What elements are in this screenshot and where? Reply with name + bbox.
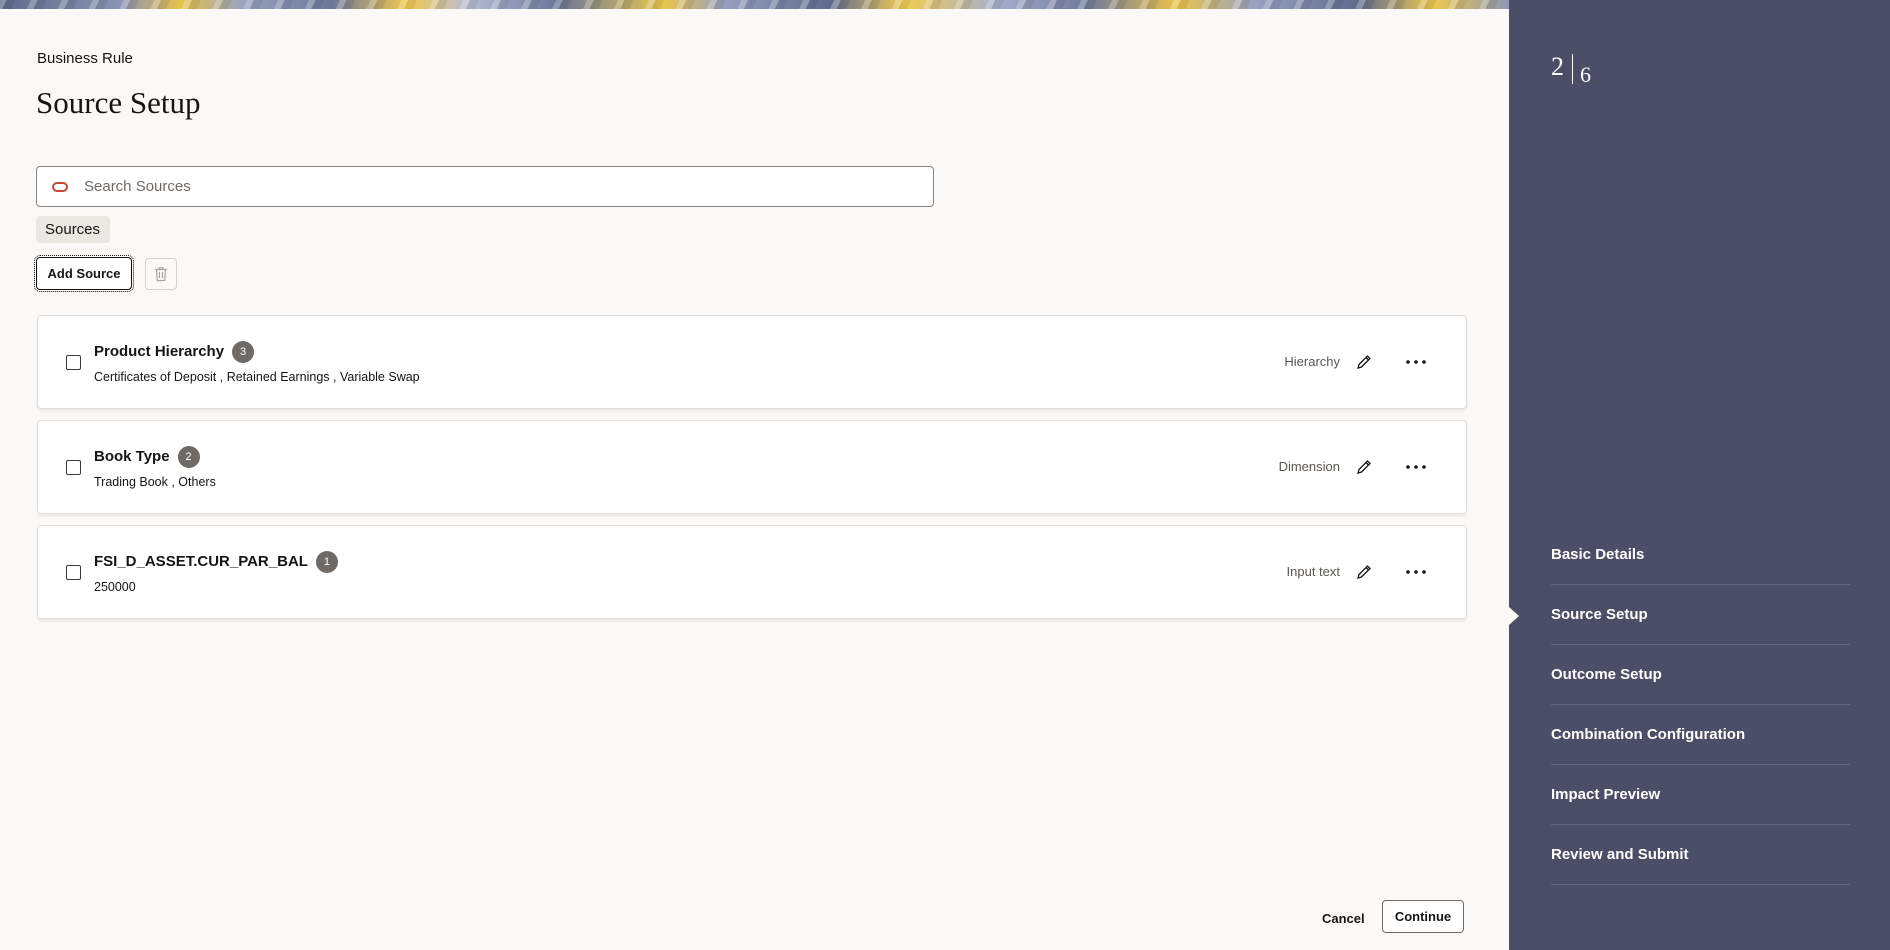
pencil-icon [1357, 355, 1371, 369]
source-values: Certificates of Deposit , Retained Earni… [94, 370, 420, 384]
breadcrumb: Business Rule [37, 50, 133, 67]
continue-button[interactable]: Continue [1382, 900, 1464, 933]
source-card: FSI_D_ASSET.CUR_PAR_BAL 1 250000 Input te… [37, 525, 1467, 619]
active-step-marker [1509, 607, 1519, 625]
total-steps-number: 6 [1580, 62, 1591, 87]
pencil-icon [1357, 460, 1371, 474]
source-type: Input text [1286, 564, 1340, 579]
select-checkbox[interactable] [66, 355, 81, 370]
step-progress: 26 [1551, 52, 1591, 88]
cancel-button[interactable]: Cancel [1312, 905, 1375, 932]
source-values: 250000 [94, 580, 136, 594]
edit-button[interactable] [1352, 350, 1376, 374]
step-outcome-setup[interactable]: Outcome Setup [1551, 645, 1850, 705]
value-count-badge: 3 [232, 341, 255, 363]
step-source-setup[interactable]: Source Setup [1551, 585, 1850, 645]
decorative-banner [0, 0, 1509, 9]
ellipsis-icon [1406, 465, 1426, 469]
select-checkbox[interactable] [66, 460, 81, 475]
more-actions-button[interactable] [1402, 350, 1430, 374]
page-title: Source Setup [36, 85, 201, 120]
value-count-badge: 1 [315, 551, 338, 573]
edit-button[interactable] [1352, 455, 1376, 479]
train-panel: 26 Basic Details Source Setup Outcome Se… [1509, 0, 1890, 950]
more-actions-button[interactable] [1402, 560, 1430, 584]
add-source-button[interactable]: Add Source [34, 255, 134, 292]
ellipsis-icon [1406, 570, 1426, 574]
main-content: Business Rule Source Setup Sources Add S… [0, 9, 1509, 950]
source-title-row: Book Type 2 [94, 446, 200, 468]
delete-button[interactable] [145, 258, 177, 290]
current-step-number: 2 [1551, 52, 1564, 81]
step-review-and-submit[interactable]: Review and Submit [1551, 825, 1850, 885]
source-title: FSI_D_ASSET.CUR_PAR_BAL [94, 553, 308, 570]
more-actions-button[interactable] [1402, 455, 1430, 479]
ellipsis-icon [1406, 360, 1426, 364]
edit-button[interactable] [1352, 560, 1376, 584]
source-type: Dimension [1278, 459, 1340, 474]
step-combination-configuration[interactable]: Combination Configuration [1551, 705, 1850, 765]
search-input[interactable] [84, 178, 904, 195]
trash-icon [155, 267, 167, 282]
search-field[interactable] [36, 166, 934, 207]
source-title: Product Hierarchy [94, 343, 225, 360]
step-basic-details[interactable]: Basic Details [1551, 525, 1850, 585]
progress-divider [1572, 54, 1573, 84]
value-count-badge: 2 [177, 446, 200, 468]
source-type: Hierarchy [1284, 354, 1340, 369]
oracle-icon [52, 181, 68, 192]
source-title-row: FSI_D_ASSET.CUR_PAR_BAL 1 [94, 551, 338, 573]
pencil-icon [1357, 565, 1371, 579]
sources-filter-chip[interactable]: Sources [36, 216, 111, 243]
source-card: Book Type 2 Trading Book , Others Dimensi… [37, 420, 1467, 514]
source-title-row: Product Hierarchy 3 [94, 341, 255, 363]
step-impact-preview[interactable]: Impact Preview [1551, 765, 1850, 825]
source-title: Book Type [94, 448, 170, 465]
source-card: Product Hierarchy 3 Certificates of Depos… [37, 315, 1467, 409]
source-values: Trading Book , Others [94, 475, 216, 489]
train-steps: Basic Details Source Setup Outcome Setup… [1551, 525, 1850, 885]
select-checkbox[interactable] [66, 565, 81, 580]
